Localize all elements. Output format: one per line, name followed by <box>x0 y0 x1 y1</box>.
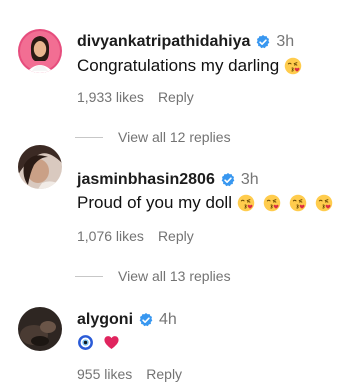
reply-button[interactable]: Reply <box>158 89 194 105</box>
timestamp[interactable]: 3h <box>241 171 259 189</box>
avatar[interactable] <box>18 29 62 73</box>
verified-badge-icon <box>138 312 154 328</box>
username[interactable]: jasminbhasin2806 <box>77 171 215 189</box>
likes-count[interactable]: 955 likes <box>77 366 132 382</box>
kissing-face-heart-icon <box>263 194 281 212</box>
avatar[interactable] <box>18 307 62 351</box>
likes-count[interactable]: 1,076 likes <box>77 228 144 244</box>
likes-count[interactable]: 1,933 likes <box>77 89 144 105</box>
nazar-amulet-icon <box>77 334 94 351</box>
username[interactable]: divyankatripathidahiya <box>77 33 250 51</box>
username[interactable]: alygoni <box>77 311 133 329</box>
avatar[interactable] <box>18 145 62 189</box>
view-replies-button[interactable]: View all 12 replies <box>75 129 231 145</box>
comment-text: Proud of you my doll <box>77 193 232 212</box>
verified-badge-icon <box>255 34 271 50</box>
comment-item: alygoni 4h 955 likes Reply <box>0 295 352 383</box>
view-replies-button[interactable]: View all 13 replies <box>75 268 231 284</box>
comment-item: divyankatripathidahiya 3h Congratulation… <box>0 0 352 130</box>
comment-item: jasminbhasin2806 3h Proud of you my doll… <box>0 145 352 265</box>
kissing-face-heart-icon <box>289 194 307 212</box>
verified-badge-icon <box>220 172 236 188</box>
reply-button[interactable]: Reply <box>146 366 182 382</box>
kissing-face-heart-icon <box>284 57 302 75</box>
red-heart-icon <box>103 334 120 351</box>
divider-line <box>75 136 103 138</box>
divider-line <box>75 275 103 277</box>
reply-button[interactable]: Reply <box>158 228 194 244</box>
timestamp[interactable]: 4h <box>159 311 177 329</box>
comment-text-row <box>77 334 120 351</box>
comment-text: Congratulations my darling <box>77 56 280 75</box>
comment-text-row: Proud of you my doll <box>77 193 333 213</box>
view-replies-label: View all 12 replies <box>118 129 231 145</box>
timestamp[interactable]: 3h <box>276 33 294 51</box>
view-replies-label: View all 13 replies <box>118 268 231 284</box>
kissing-face-heart-icon <box>315 194 333 212</box>
kissing-face-heart-icon <box>237 194 255 212</box>
comment-text-row: Congratulations my darling <box>77 56 302 76</box>
